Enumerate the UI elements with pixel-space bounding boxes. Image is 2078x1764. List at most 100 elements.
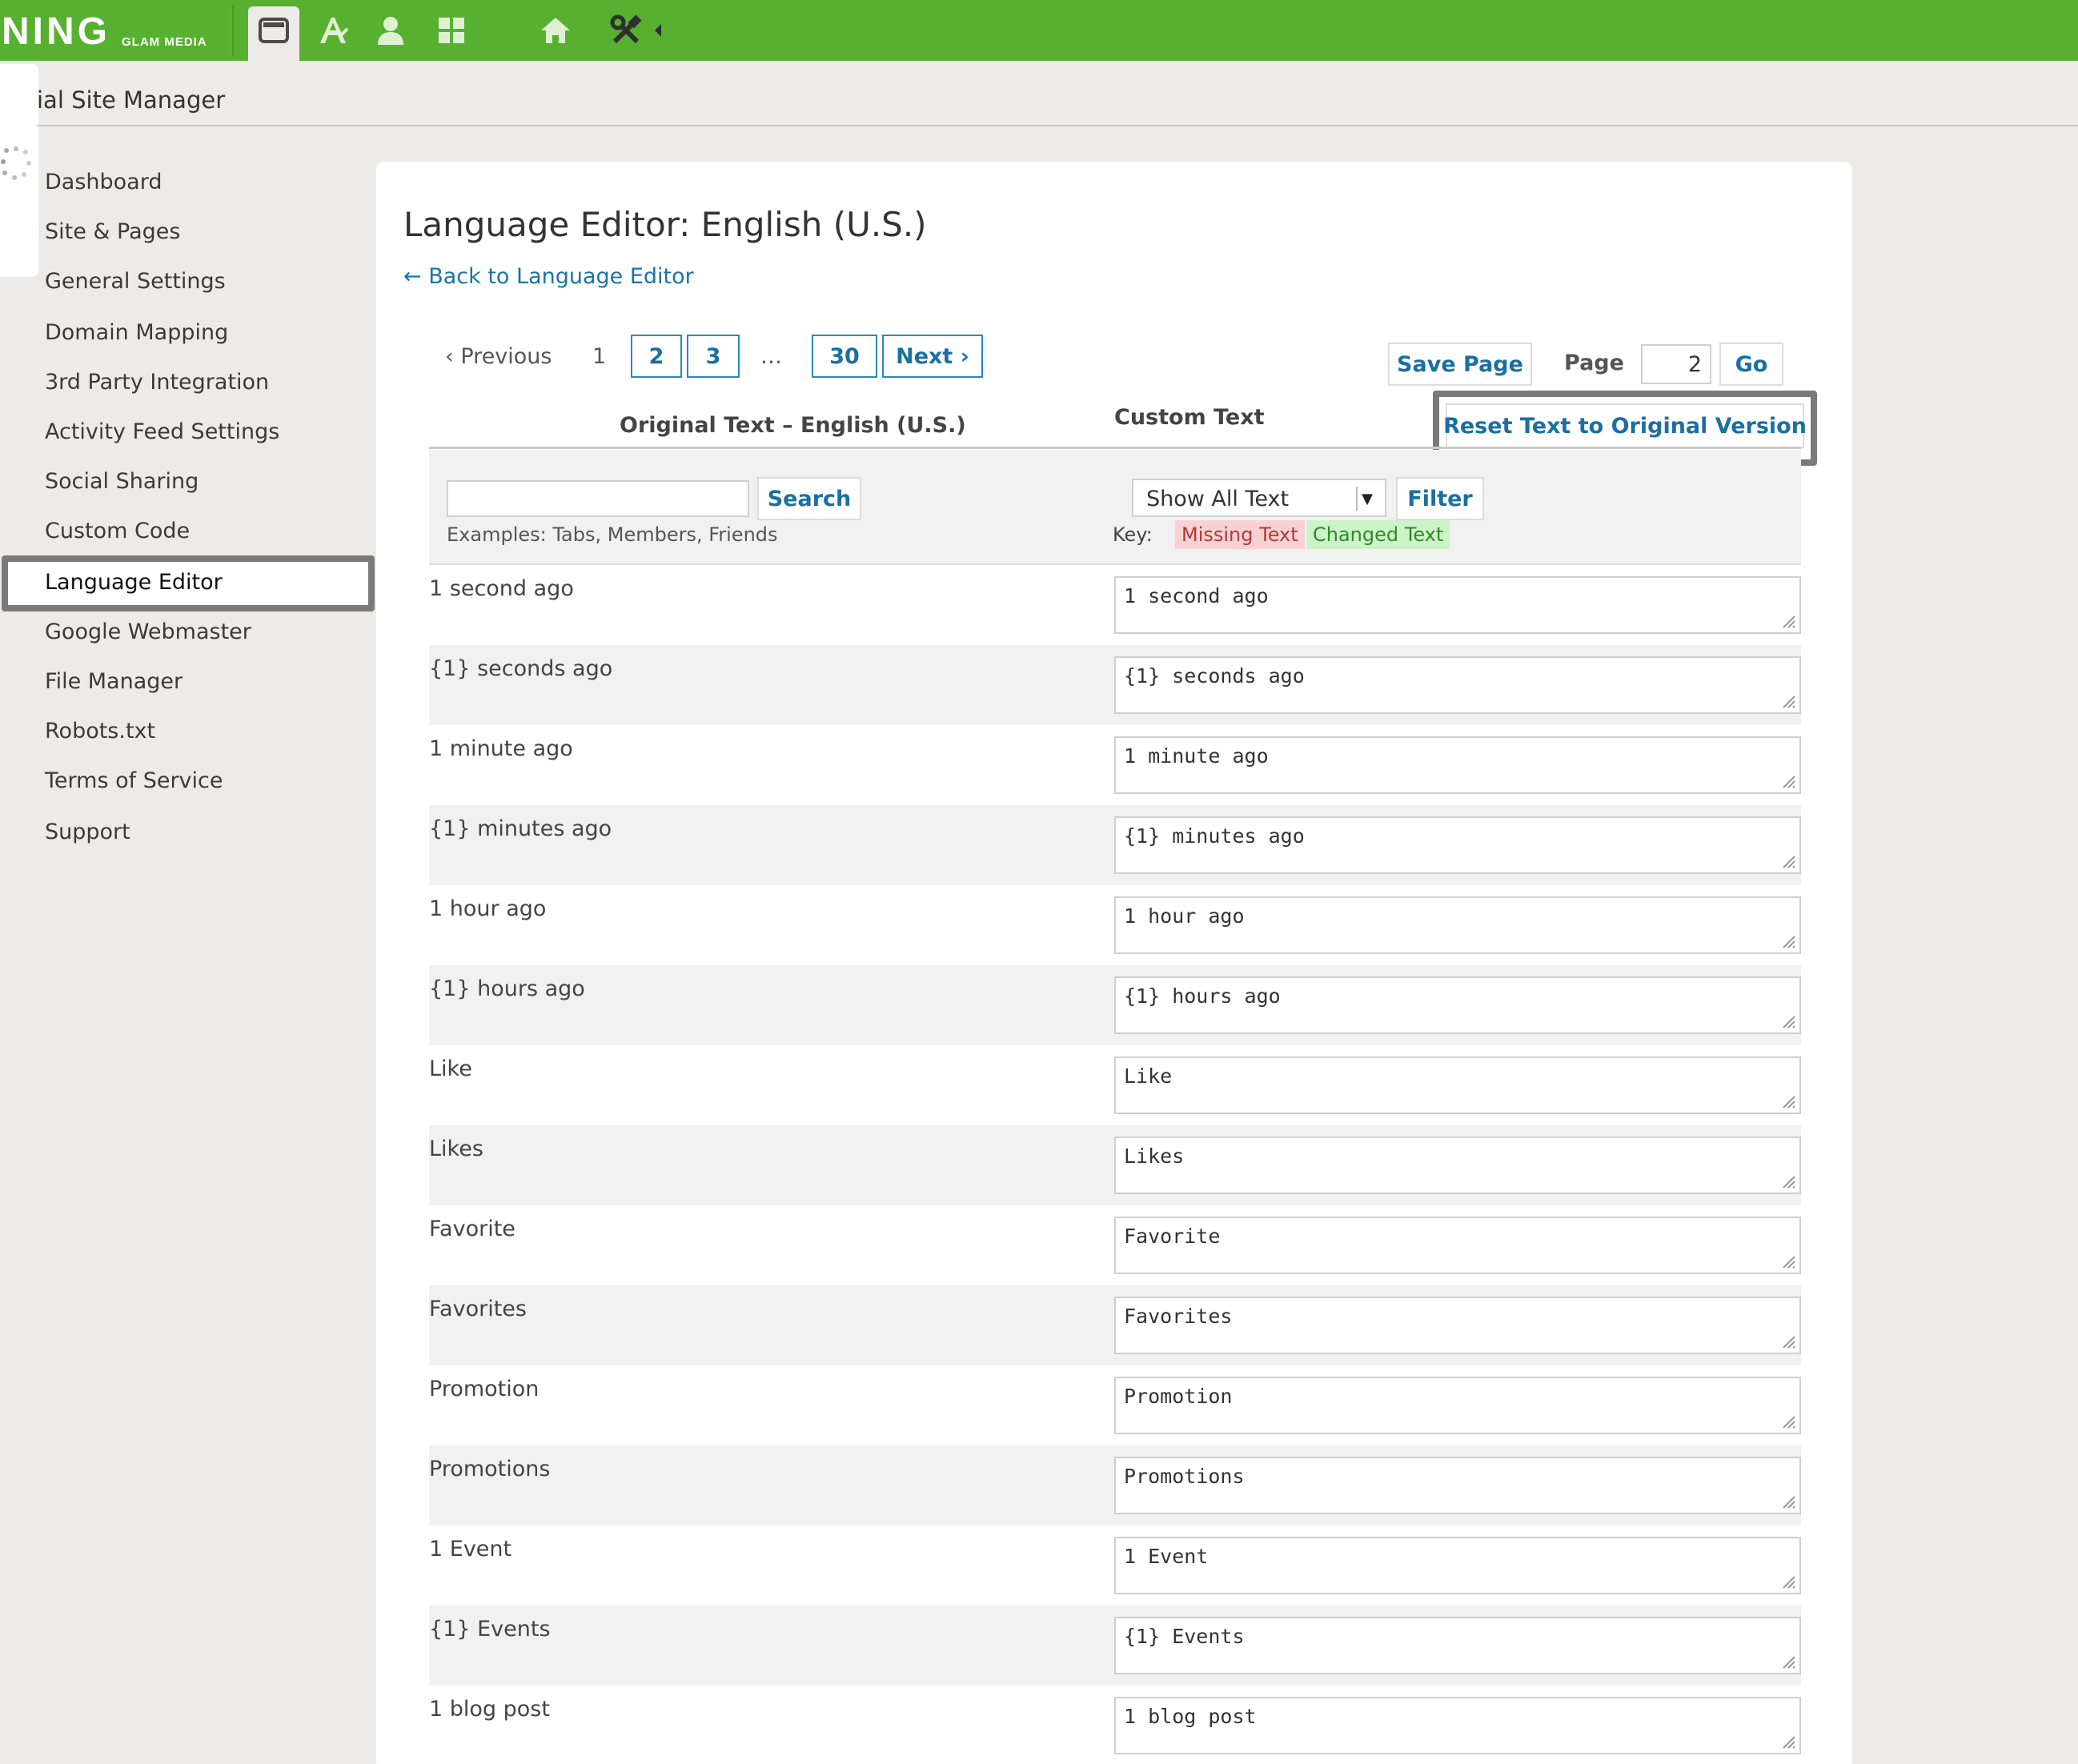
original-text: Favorite <box>429 1217 515 1241</box>
custom-text-value: {1} Events <box>1124 1625 1245 1648</box>
collapse-arrow-icon[interactable] <box>648 11 668 50</box>
custom-text-value: Like <box>1124 1064 1173 1088</box>
sidebar-item-activity-feed-settings[interactable]: Activity Feed Settings <box>45 419 279 444</box>
sidebar-item-3rd-party-integration[interactable]: 3rd Party Integration <box>45 370 269 395</box>
search-examples: Examples: Tabs, Members, Friends <box>447 523 778 546</box>
custom-text-field[interactable]: Favorites <box>1114 1297 1801 1354</box>
search-input[interactable] <box>447 480 749 517</box>
sidebar-item-support[interactable]: Support <box>45 820 130 844</box>
custom-text-value: Likes <box>1124 1145 1185 1168</box>
sidebar-item-language-editor[interactable]: Language Editor <box>45 570 223 595</box>
resize-grip-icon[interactable] <box>1780 1253 1796 1269</box>
custom-text-field[interactable]: 1 second ago <box>1114 576 1801 634</box>
sidebar-item-custom-code[interactable]: Custom Code <box>45 519 190 543</box>
pagination-page-30[interactable]: 30 <box>812 335 877 378</box>
resize-grip-icon[interactable] <box>1780 1093 1796 1109</box>
resize-grip-icon[interactable] <box>1780 613 1796 629</box>
user-icon[interactable] <box>371 11 410 50</box>
original-text: Like <box>429 1056 472 1081</box>
pagination-next[interactable]: Next › <box>882 335 983 378</box>
go-button[interactable]: Go <box>1719 343 1783 386</box>
sidebar-item-terms-of-service[interactable]: Terms of Service <box>45 768 223 793</box>
custom-text-field[interactable]: Promotions <box>1114 1457 1801 1514</box>
sidebar-item-site-pages[interactable]: Site & Pages <box>45 219 181 244</box>
pagination-current-page: 1 <box>592 344 607 369</box>
table-row: 1 minute ago 1 minute ago <box>429 725 1801 805</box>
original-text: 1 Event <box>429 1537 512 1562</box>
table-row: 1 second ago 1 second ago <box>429 565 1801 645</box>
table-row: Likes Likes <box>429 1125 1801 1205</box>
header-divider <box>37 125 2078 126</box>
sidebar-item-dashboard[interactable]: Dashboard <box>45 170 162 194</box>
chevron-down-icon[interactable]: ▼ <box>1356 487 1377 511</box>
sidebar-item-file-manager[interactable]: File Manager <box>45 669 183 694</box>
custom-text-field[interactable]: {1} minutes ago <box>1114 816 1801 874</box>
custom-text-value: 1 second ago <box>1124 584 1269 607</box>
custom-text-field[interactable]: 1 hour ago <box>1114 896 1801 954</box>
pagination-page-3[interactable]: 3 <box>687 335 740 378</box>
back-to-language-editor-link[interactable]: ← Back to Language Editor <box>403 264 694 289</box>
resize-grip-icon[interactable] <box>1780 1654 1796 1670</box>
resize-grip-icon[interactable] <box>1780 853 1796 869</box>
filter-select[interactable]: Show All Text <box>1132 479 1386 517</box>
sidebar-item-general-settings[interactable]: General Settings <box>45 269 226 294</box>
custom-text-field[interactable]: Like <box>1114 1056 1801 1114</box>
search-button[interactable]: Search <box>757 477 861 520</box>
original-text: 1 minute ago <box>429 736 573 761</box>
pagination-previous[interactable]: ‹ Previous <box>445 344 552 369</box>
grid-icon[interactable] <box>432 11 471 50</box>
resize-grip-icon[interactable] <box>1780 1493 1796 1509</box>
sidebar-item-domain-mapping[interactable]: Domain Mapping <box>45 320 228 345</box>
custom-text-field[interactable]: 1 Event <box>1114 1537 1801 1594</box>
resize-grip-icon[interactable] <box>1780 1333 1796 1349</box>
tools-icon[interactable] <box>607 11 645 50</box>
custom-text-field[interactable]: Promotion <box>1114 1377 1801 1434</box>
loading-spinner-icon <box>0 144 32 189</box>
resize-grip-icon[interactable] <box>1780 1173 1796 1189</box>
custom-text-value: 1 Event <box>1124 1545 1209 1568</box>
custom-text-field[interactable]: Favorite <box>1114 1217 1801 1274</box>
filter-button[interactable]: Filter <box>1396 477 1484 520</box>
original-text: {1} seconds ago <box>429 656 613 681</box>
sidebar-item-robots-txt[interactable]: Robots.txt <box>45 719 155 744</box>
custom-text-field[interactable]: {1} hours ago <box>1114 976 1801 1034</box>
custom-text-field[interactable]: {1} Events <box>1114 1617 1801 1674</box>
sidebar-item-social-sharing[interactable]: Social Sharing <box>45 469 199 494</box>
sidebar-item-google-webmaster[interactable]: Google Webmaster <box>45 619 251 644</box>
original-text: Promotion <box>429 1377 540 1401</box>
original-text: {1} minutes ago <box>429 816 612 841</box>
table-row: {1} Events {1} Events <box>429 1606 1801 1686</box>
custom-text-field[interactable]: 1 minute ago <box>1114 736 1801 794</box>
browser-window-icon[interactable] <box>255 11 293 50</box>
save-page-button[interactable]: Save Page <box>1388 343 1532 386</box>
page-number-input[interactable]: 2 <box>1641 344 1711 384</box>
resize-grip-icon[interactable] <box>1780 1574 1796 1590</box>
custom-text-value: {1} minutes ago <box>1124 824 1305 848</box>
table-row: Promotion Promotion <box>429 1365 1801 1445</box>
resize-grip-icon[interactable] <box>1780 1013 1796 1029</box>
filter-select-value: Show All Text <box>1146 487 1290 511</box>
key-missing-text: Missing Text <box>1175 520 1305 549</box>
table-row: Favorites Favorites <box>429 1285 1801 1365</box>
custom-text-value: {1} hours ago <box>1124 984 1281 1008</box>
key-label: Key: <box>1113 523 1153 546</box>
resize-grip-icon[interactable] <box>1780 1734 1796 1750</box>
table-row: Promotions Promotions <box>429 1445 1801 1525</box>
home-icon[interactable] <box>536 11 575 50</box>
table-row: {1} seconds ago {1} seconds ago <box>429 645 1801 725</box>
reset-text-button[interactable]: Reset Text to Original Version <box>1443 403 1807 448</box>
appearance-icon[interactable] <box>314 11 352 50</box>
key-changed-text: Changed Text <box>1306 520 1450 549</box>
resize-grip-icon[interactable] <box>1780 693 1796 709</box>
resize-grip-icon[interactable] <box>1780 933 1796 949</box>
toolbar-divider <box>232 5 234 56</box>
original-text: 1 second ago <box>429 576 574 601</box>
custom-text-field[interactable]: Likes <box>1114 1137 1801 1194</box>
table-row: 1 hour ago 1 hour ago <box>429 885 1801 965</box>
resize-grip-icon[interactable] <box>1780 773 1796 789</box>
custom-text-field[interactable]: 1 blog post <box>1114 1697 1801 1754</box>
brand-logo[interactable]: NING <box>2 10 110 54</box>
custom-text-field[interactable]: {1} seconds ago <box>1114 656 1801 714</box>
pagination-page-2[interactable]: 2 <box>631 335 682 378</box>
resize-grip-icon[interactable] <box>1780 1413 1796 1429</box>
